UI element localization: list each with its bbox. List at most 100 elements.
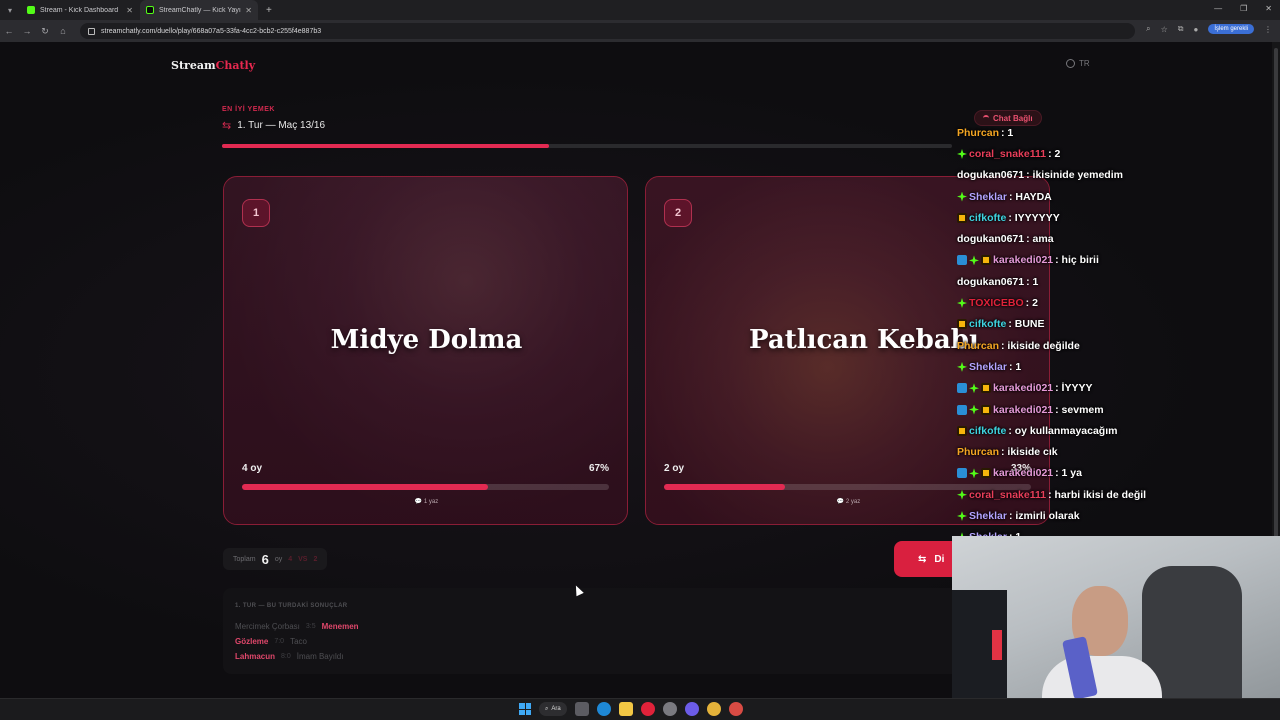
result-row: Gözleme 7:0 Taco bbox=[235, 637, 307, 646]
forward-icon[interactable]: → bbox=[18, 26, 36, 36]
new-tab-icon[interactable]: + bbox=[266, 5, 272, 16]
swap-icon: ⇆ bbox=[222, 120, 232, 132]
back-icon[interactable]: ← bbox=[0, 26, 18, 36]
subscriber-badge-icon bbox=[981, 468, 991, 479]
chat-username[interactable]: coral_snake111 bbox=[969, 489, 1046, 501]
settings-icon[interactable] bbox=[662, 702, 677, 716]
language-selector[interactable]: TR bbox=[1066, 59, 1090, 68]
chat-text: : ikisinide yemedim bbox=[1026, 169, 1123, 182]
file-explorer-icon[interactable] bbox=[618, 702, 633, 716]
chat-message: coral_snake111: 2 bbox=[957, 143, 1146, 164]
url-text: streamchatly.com/duello/play/668a07a5-33… bbox=[101, 27, 322, 35]
chat-message: dogukan0671: ama bbox=[957, 228, 1146, 249]
round-label: ⇆ 1. Tur — Maç 13/16 bbox=[222, 119, 325, 132]
discord-icon[interactable] bbox=[684, 702, 699, 716]
chrome-icon[interactable] bbox=[706, 702, 721, 716]
chat-username[interactable]: Sheklar bbox=[969, 361, 1007, 373]
kick-badge-icon bbox=[957, 148, 967, 159]
chat-message: cifkofte: oy kullanmayacağım bbox=[957, 420, 1146, 441]
logo[interactable]: StreamChatly bbox=[171, 59, 255, 72]
minimize-icon[interactable]: — bbox=[1214, 4, 1222, 13]
chat-username[interactable]: karakedi021 bbox=[993, 404, 1053, 416]
kick-badge-icon bbox=[969, 404, 979, 415]
chat-username[interactable]: cifkofte bbox=[969, 318, 1006, 330]
taskbar-search[interactable]: ⌕ Ara bbox=[539, 702, 567, 716]
chat-username[interactable]: karakedi021 bbox=[993, 254, 1053, 266]
logo-accent: Chatly bbox=[215, 59, 256, 72]
subscriber-badge-icon bbox=[957, 212, 967, 223]
chat-text: : 1 bbox=[1026, 275, 1039, 288]
chat-username[interactable]: TOXICEBO bbox=[969, 297, 1024, 309]
results-heading: 1. TUR — BU TURDAKİ SONUÇLAR bbox=[235, 603, 348, 609]
option-votes: 4 oy bbox=[242, 463, 263, 474]
zoom-icon[interactable]: ⌕ bbox=[1146, 24, 1150, 34]
score-right: 2 bbox=[313, 555, 318, 563]
chat-username[interactable]: karakedi021 bbox=[993, 382, 1053, 394]
result-winner: Gözleme bbox=[235, 637, 269, 646]
round-text: 1. Tur — Maç 13/16 bbox=[237, 120, 326, 131]
browser-tab-bar: ▾ Stream - Kick Dashboard ✕ StreamChatly… bbox=[0, 0, 1280, 20]
language-label: TR bbox=[1079, 59, 1090, 68]
option-vote-bar bbox=[242, 484, 609, 490]
tab-kick-dashboard[interactable]: Stream - Kick Dashboard ✕ bbox=[21, 0, 139, 20]
menu-icon[interactable]: ⋮ bbox=[1264, 25, 1272, 34]
option-card-1[interactable]: 1 Midye Dolma 4 oy 67% 💬 1 yaz bbox=[223, 176, 628, 525]
vote-hint-text: 1 yaz bbox=[423, 499, 439, 505]
chat-username[interactable]: cifkofte bbox=[969, 212, 1006, 224]
chat-message: karakedi021: hiç birii bbox=[957, 250, 1146, 271]
chat-text: : HAYDA bbox=[1008, 190, 1052, 203]
app-icon[interactable] bbox=[728, 702, 743, 716]
chat-username[interactable]: Phurcan bbox=[957, 127, 999, 139]
option-percent: 67% bbox=[588, 463, 609, 474]
start-icon[interactable] bbox=[519, 703, 531, 715]
home-icon[interactable]: ⌂ bbox=[54, 26, 72, 36]
chat-message: karakedi021: sevmem bbox=[957, 399, 1146, 420]
result-row: Lahmacun 8:0 İmam Bayıldı bbox=[235, 652, 343, 661]
chat-username[interactable]: karakedi021 bbox=[993, 467, 1053, 479]
chat-username[interactable]: Phurcan bbox=[957, 446, 999, 458]
chat-username[interactable]: coral_snake111 bbox=[969, 148, 1046, 160]
subscriber-badge-icon bbox=[957, 425, 967, 436]
result-score: 7:0 bbox=[274, 638, 285, 645]
chat-text: : BUNE bbox=[1008, 318, 1045, 331]
chat-message: cifkofte: BUNE bbox=[957, 314, 1146, 335]
profile-avatar-icon[interactable]: ● bbox=[1193, 25, 1198, 34]
option-vote-fill bbox=[664, 484, 786, 490]
chat-message: karakedi021: İYYYY bbox=[957, 378, 1146, 399]
reload-icon[interactable]: ↻ bbox=[36, 26, 54, 37]
edge-icon[interactable] bbox=[596, 702, 611, 716]
task-view-icon[interactable] bbox=[574, 702, 589, 716]
maximize-icon[interactable]: ❐ bbox=[1240, 4, 1247, 13]
chat-username[interactable]: dogukan0671 bbox=[957, 233, 1024, 245]
close-window-icon[interactable]: ✕ bbox=[1265, 4, 1272, 13]
chat-message: dogukan0671: ikisinide yemedim bbox=[957, 165, 1146, 186]
address-bar[interactable]: streamchatly.com/duello/play/668a07a5-33… bbox=[80, 23, 1135, 39]
chat-username[interactable]: Sheklar bbox=[969, 191, 1007, 203]
vote-hint: 💬 1 yaz bbox=[414, 499, 439, 505]
chat-username[interactable]: Sheklar bbox=[969, 510, 1007, 522]
tab-streamchatly[interactable]: StreamChatly — Kick Yayıncıla ✕ bbox=[140, 0, 258, 20]
chat-username[interactable]: dogukan0671 bbox=[957, 276, 1024, 288]
result-winner: Lahmacun bbox=[235, 652, 276, 661]
subscriber-badge-icon bbox=[981, 404, 991, 415]
chat-username[interactable]: Phurcan bbox=[957, 340, 999, 352]
total-count: 6 bbox=[261, 551, 269, 567]
kick-badge-icon bbox=[969, 255, 979, 266]
chat-message: coral_snake111: harbi ikisi de değil bbox=[957, 484, 1146, 505]
tab-search-icon[interactable]: ▾ bbox=[0, 0, 20, 20]
chat-text: : sevmem bbox=[1055, 403, 1104, 416]
close-tab-icon[interactable]: ✕ bbox=[126, 6, 133, 15]
bookmark-star-icon[interactable]: ☆ bbox=[1161, 25, 1168, 34]
verified-badge-icon bbox=[957, 468, 967, 479]
extensions-icon[interactable]: ⧉ bbox=[1178, 24, 1184, 34]
opera-icon[interactable] bbox=[640, 702, 655, 716]
chat-username[interactable]: cifkofte bbox=[969, 425, 1006, 437]
chat-text: : 2 bbox=[1025, 297, 1038, 310]
result-row: Mercimek Çorbası 3:5 Menemen bbox=[235, 622, 359, 631]
profile-status-button[interactable]: İşlem gerekli bbox=[1208, 24, 1254, 34]
site-info-icon[interactable] bbox=[88, 27, 95, 35]
result-score: 8:0 bbox=[281, 653, 291, 660]
close-tab-icon[interactable]: ✕ bbox=[245, 6, 252, 15]
option-name: Midye Dolma bbox=[330, 325, 523, 355]
chat-username[interactable]: dogukan0671 bbox=[957, 169, 1024, 181]
